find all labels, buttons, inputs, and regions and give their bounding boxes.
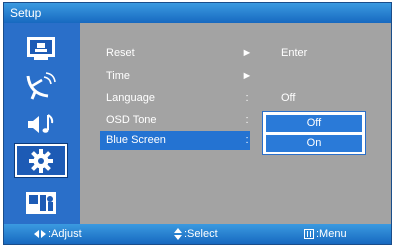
title-bar: Setup — [4, 3, 391, 23]
category-sidebar — [4, 23, 80, 226]
menu-row-label: Reset — [106, 47, 135, 59]
arrow-right-icon: ► — [241, 47, 253, 59]
menu-row-label: OSD Tone — [106, 114, 157, 126]
hint-adjust: :Adjust — [34, 224, 82, 244]
menu-row-label: Blue Screen — [106, 134, 166, 146]
up-down-arrows-icon — [174, 228, 182, 240]
menu-row-language[interactable]: Language — [100, 89, 250, 108]
menu-icon — [304, 229, 314, 239]
menu-panel: Reset ► Enter Time ► Language : Off OSD … — [80, 23, 391, 226]
sidebar-item-antenna[interactable] — [15, 68, 67, 101]
arrow-right-icon: ► — [241, 70, 253, 82]
hint-menu: :Menu — [304, 224, 347, 244]
separator-colon: : — [245, 92, 249, 104]
gear-icon — [29, 148, 53, 173]
menu-row-osd-tone[interactable]: OSD Tone — [100, 111, 250, 130]
separator-colon: : — [245, 134, 249, 146]
menu-row-value: Off — [281, 92, 296, 104]
menu-row-blue-screen[interactable]: Blue Screen — [100, 131, 250, 150]
option-off[interactable]: Off — [266, 115, 362, 132]
setup-window: Setup Reset ► Enter Time ► Language: Of… — [3, 2, 392, 245]
option-on[interactable]: On — [266, 135, 362, 152]
hint-menu-label: :Menu — [316, 228, 347, 240]
hint-select-label: :Select — [184, 228, 218, 240]
hint-adjust-label: :Adjust — [48, 228, 82, 240]
person-lock-icon — [26, 191, 56, 214]
menu-row-time[interactable]: Time — [100, 67, 250, 86]
satellite-dish-icon — [26, 71, 56, 100]
menu-row-label: Time — [106, 70, 131, 82]
hint-select: :Select — [174, 224, 218, 244]
menu-row-value: Enter — [281, 47, 308, 59]
menu-row-label: Language — [106, 92, 155, 104]
menu-row-reset[interactable]: Reset — [100, 44, 250, 63]
sidebar-item-parental[interactable] — [15, 185, 67, 218]
window-title: Setup — [10, 6, 42, 20]
picture-icon — [27, 36, 55, 60]
separator-colon: : — [245, 114, 249, 126]
option-dropdown: Off On — [262, 111, 366, 155]
speaker-music-icon — [28, 113, 54, 133]
footer-bar: :Adjust :Select :Menu — [4, 224, 391, 244]
left-right-arrows-icon — [34, 230, 46, 238]
sidebar-item-setup[interactable] — [14, 143, 68, 178]
sidebar-item-picture[interactable] — [15, 31, 67, 64]
sidebar-item-sound[interactable] — [15, 107, 67, 140]
